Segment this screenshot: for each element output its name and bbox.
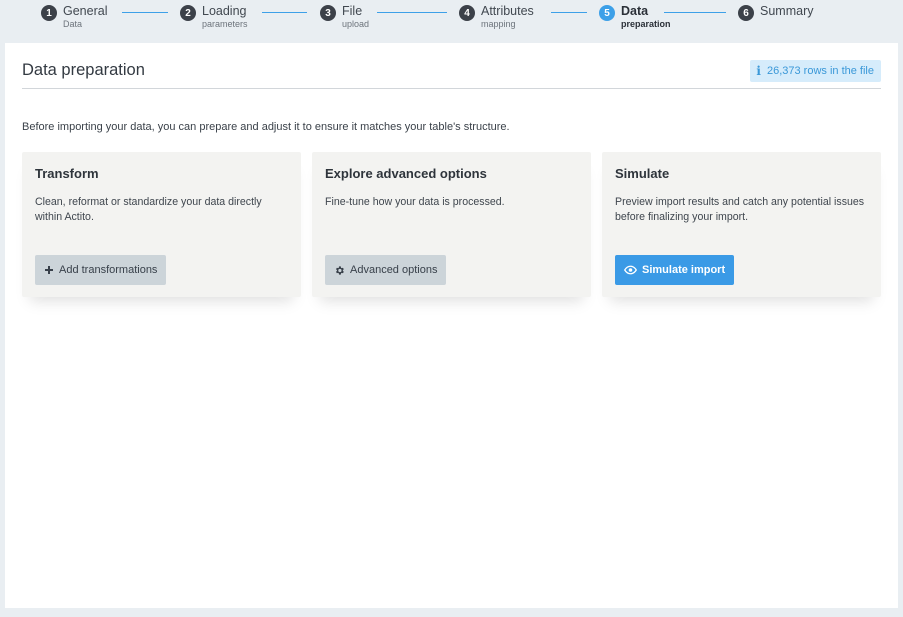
info-icon: i: [756, 64, 761, 78]
intro-text: Before importing your data, you can prep…: [22, 121, 510, 133]
step-data-preparation[interactable]: 5 Data preparation: [599, 4, 671, 30]
step-connector: [262, 12, 307, 13]
step-number: 3: [320, 5, 336, 21]
simulate-card: Simulate Preview import results and catc…: [602, 152, 881, 297]
step-number: 4: [459, 5, 475, 21]
step-file-upload[interactable]: 3 File upload: [320, 4, 369, 30]
button-label: Simulate import: [642, 264, 726, 276]
step-attributes-mapping[interactable]: 4 Attributes mapping: [459, 4, 534, 30]
gear-icon: [334, 265, 345, 276]
step-subtitle: preparation: [621, 19, 671, 29]
import-stepper: 1 General Data 2 Loading parameters 3 Fi…: [0, 0, 903, 42]
transform-card: Transform Clean, reformat or standardize…: [22, 152, 301, 297]
step-number: 5: [599, 5, 615, 21]
main-panel: Data preparation i 26,373 rows in the fi…: [5, 43, 898, 608]
step-number: 6: [738, 5, 754, 21]
step-title: File: [342, 4, 363, 18]
step-summary[interactable]: 6 Summary: [738, 4, 813, 21]
step-connector: [551, 12, 587, 13]
step-connector: [664, 12, 726, 13]
step-general[interactable]: 1 General Data: [41, 4, 107, 30]
card-description: Preview import results and catch any pot…: [615, 196, 865, 223]
eye-icon: [624, 265, 637, 275]
add-transformations-button[interactable]: Add transformations: [35, 255, 167, 285]
step-loading-parameters[interactable]: 2 Loading parameters: [180, 4, 248, 30]
button-label: Add transformations: [59, 264, 158, 276]
card-description: Fine-tune how your data is processed.: [325, 196, 505, 208]
step-subtitle: mapping: [481, 19, 516, 29]
step-subtitle: parameters: [202, 19, 248, 29]
title-divider: [22, 88, 881, 89]
step-number: 1: [41, 5, 57, 21]
card-title: Transform: [35, 166, 99, 181]
card-title: Explore advanced options: [325, 166, 487, 181]
step-connector: [377, 12, 447, 13]
advanced-options-button[interactable]: Advanced options: [325, 255, 447, 285]
rows-count-badge: i 26,373 rows in the file: [750, 60, 881, 82]
step-title: General: [63, 4, 108, 18]
rows-count-text: 26,373 rows in the file: [766, 65, 874, 77]
button-label: Advanced options: [350, 264, 438, 276]
step-connector: [122, 12, 168, 13]
step-title: Loading: [202, 4, 247, 18]
advanced-options-card: Explore advanced options Fine-tune how y…: [312, 152, 591, 297]
page-title: Data preparation: [22, 61, 145, 79]
plus-icon: [44, 265, 54, 275]
step-title: Summary: [760, 4, 814, 18]
simulate-import-button[interactable]: Simulate import: [615, 255, 735, 285]
card-title: Simulate: [615, 166, 670, 181]
step-number: 2: [180, 5, 196, 21]
step-subtitle: Data: [63, 19, 83, 29]
step-title: Attributes: [481, 4, 534, 18]
step-subtitle: upload: [342, 19, 370, 29]
card-description: Clean, reformat or standardize your data…: [35, 196, 262, 223]
